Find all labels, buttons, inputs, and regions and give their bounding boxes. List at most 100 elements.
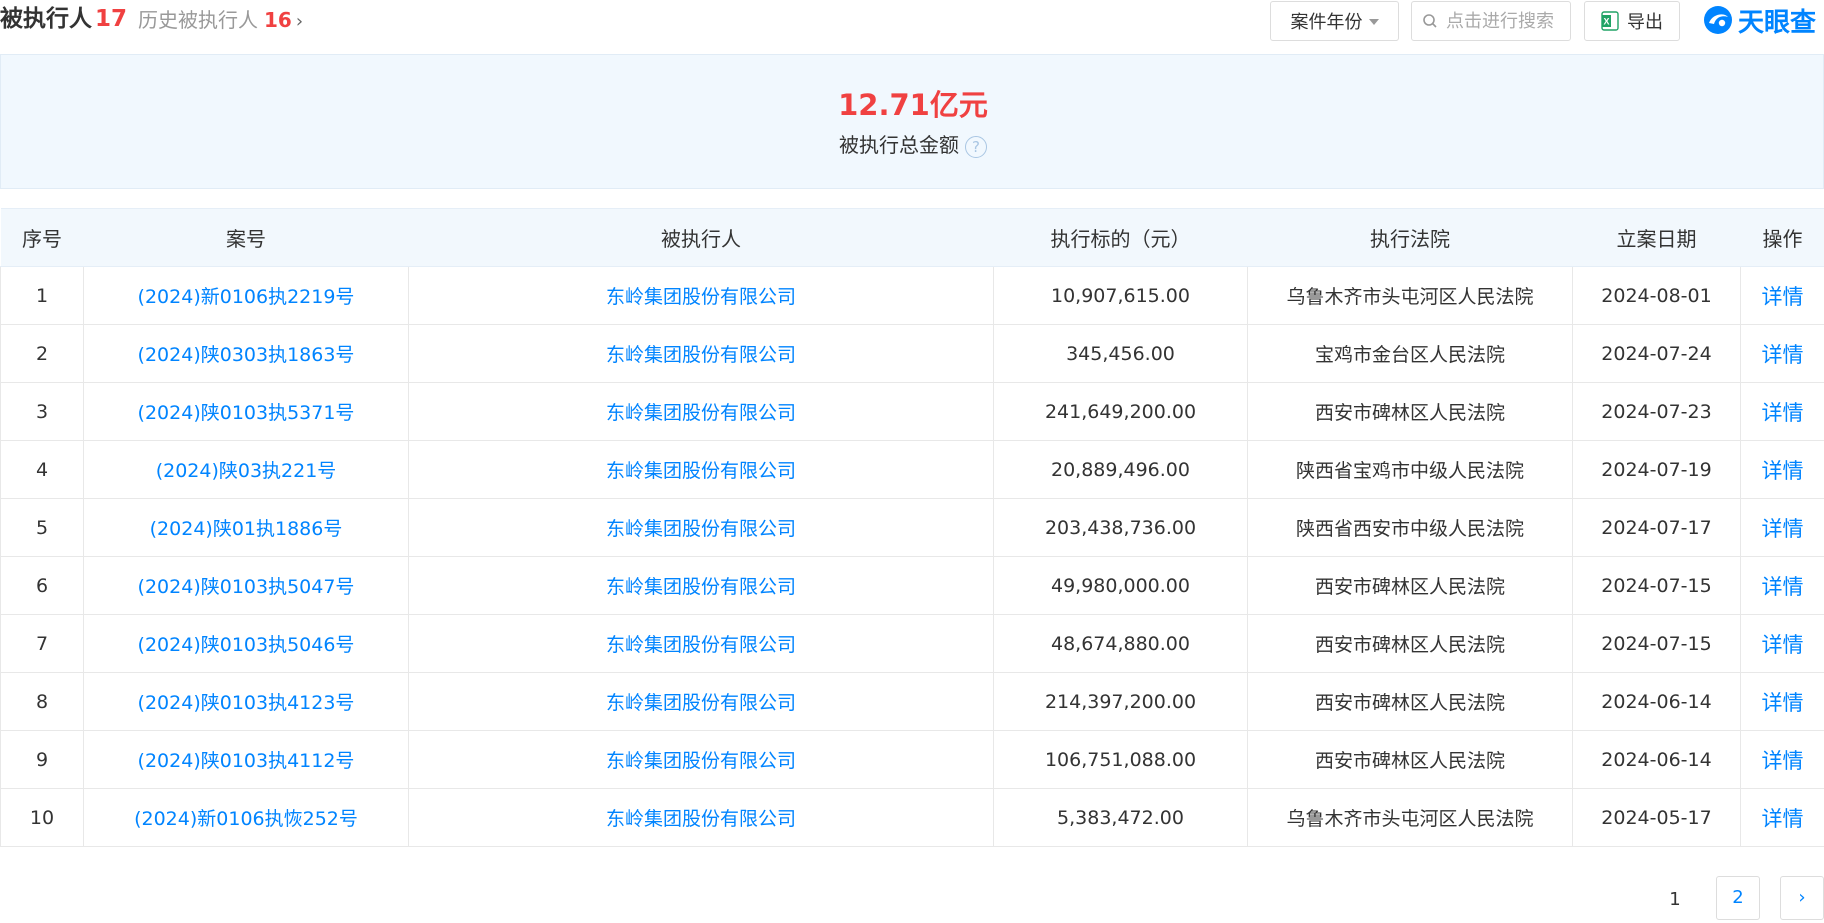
- cell-date: 2024-08-01: [1572, 266, 1741, 325]
- tianyancha-logo-icon: [1704, 6, 1732, 34]
- cell-amount: 203,438,736.00: [993, 498, 1248, 557]
- detail-link[interactable]: 详情: [1762, 749, 1804, 773]
- cell-party-link[interactable]: 东岭集团股份有限公司: [408, 730, 994, 789]
- page-2-button[interactable]: 2: [1716, 876, 1760, 920]
- cell-case-link[interactable]: (2024)陕0103执4123号: [83, 672, 409, 731]
- cell-index: 7: [0, 614, 84, 673]
- search-box[interactable]: [1411, 1, 1571, 41]
- help-icon[interactable]: ?: [965, 135, 987, 158]
- excel-icon: X: [1601, 11, 1619, 31]
- detail-link[interactable]: 详情: [1762, 517, 1804, 541]
- detail-link[interactable]: 详情: [1762, 807, 1804, 831]
- cell-case-link[interactable]: (2024)陕03执221号: [83, 440, 409, 499]
- cell-index: 1: [0, 266, 84, 325]
- table-row: 4 (2024)陕03执221号 东岭集团股份有限公司 20,889,496.0…: [0, 440, 1824, 499]
- col-header-action: 操作: [1740, 208, 1824, 267]
- col-header-date: 立案日期: [1572, 208, 1741, 267]
- cell-court: 西安市碑林区人民法院: [1247, 730, 1573, 789]
- cell-case-link[interactable]: (2024)陕01执1886号: [83, 498, 409, 557]
- cell-amount: 106,751,088.00: [993, 730, 1248, 789]
- cell-action: 详情: [1740, 324, 1824, 383]
- case-no-text: (2024)新0106执2219号: [137, 286, 355, 308]
- page-1-button[interactable]: 1: [1663, 878, 1687, 922]
- party-text: 东岭集团股份有限公司: [605, 460, 796, 482]
- detail-link[interactable]: 详情: [1762, 691, 1804, 715]
- cell-party-link[interactable]: 东岭集团股份有限公司: [408, 266, 994, 325]
- chevron-right-icon: ›: [295, 11, 304, 32]
- cell-party-link[interactable]: 东岭集团股份有限公司: [408, 614, 994, 673]
- cell-court: 陕西省西安市中级人民法院: [1247, 498, 1573, 557]
- table-row: 5 (2024)陕01执1886号 东岭集团股份有限公司 203,438,736…: [0, 498, 1824, 557]
- cell-case-link[interactable]: (2024)陕0103执5046号: [83, 614, 409, 673]
- chevron-right-icon: ›: [1798, 887, 1806, 908]
- case-no-text: (2024)陕03执221号: [155, 460, 337, 482]
- table-row: 6 (2024)陕0103执5047号 东岭集团股份有限公司 49,980,00…: [0, 556, 1824, 615]
- party-text: 东岭集团股份有限公司: [605, 344, 796, 366]
- next-page-button[interactable]: ›: [1780, 876, 1824, 920]
- cell-amount: 10,907,615.00: [993, 266, 1248, 325]
- cell-party-link[interactable]: 东岭集团股份有限公司: [408, 382, 994, 441]
- cell-index: 9: [0, 730, 84, 789]
- col-header-party: 被执行人: [408, 208, 994, 267]
- cell-amount: 241,649,200.00: [993, 382, 1248, 441]
- case-no-text: (2024)陕0103执4112号: [137, 750, 355, 772]
- cell-amount: 49,980,000.00: [993, 556, 1248, 615]
- cell-case-link[interactable]: (2024)新0106执2219号: [83, 266, 409, 325]
- case-year-label: 案件年份: [1290, 12, 1363, 33]
- party-text: 东岭集团股份有限公司: [605, 286, 796, 308]
- cell-case-link[interactable]: (2024)陕0303执1863号: [83, 324, 409, 383]
- detail-link[interactable]: 详情: [1762, 575, 1804, 599]
- case-year-dropdown[interactable]: 案件年份: [1270, 1, 1399, 41]
- tab-current-executed[interactable]: 被执行人 17: [0, 4, 127, 34]
- caret-down-icon: [1368, 19, 1379, 25]
- table-row: 8 (2024)陕0103执4123号 东岭集团股份有限公司 214,397,2…: [0, 672, 1824, 731]
- cell-action: 详情: [1740, 440, 1824, 499]
- cell-case-link[interactable]: (2024)陕0103执4112号: [83, 730, 409, 789]
- party-text: 东岭集团股份有限公司: [605, 576, 796, 598]
- cell-date: 2024-06-14: [1572, 672, 1741, 731]
- cell-case-link[interactable]: (2024)新0106执恢252号: [83, 788, 409, 847]
- party-text: 东岭集团股份有限公司: [605, 518, 796, 540]
- cell-amount: 20,889,496.00: [993, 440, 1248, 499]
- search-input[interactable]: [1444, 9, 1564, 33]
- cell-party-link[interactable]: 东岭集团股份有限公司: [408, 440, 994, 499]
- total-amount-label: 被执行总金额: [839, 133, 959, 157]
- tab-current-count: 17: [95, 6, 128, 32]
- cell-court: 西安市碑林区人民法院: [1247, 382, 1573, 441]
- case-no-text: (2024)陕01执1886号: [149, 518, 343, 540]
- party-text: 东岭集团股份有限公司: [605, 402, 796, 424]
- cell-date: 2024-07-17: [1572, 498, 1741, 557]
- cell-amount: 345,456.00: [993, 324, 1248, 383]
- tab-history-executed[interactable]: 历史被执行人 16 ›: [138, 5, 303, 37]
- detail-link[interactable]: 详情: [1762, 459, 1804, 483]
- table-row: 1 (2024)新0106执2219号 东岭集团股份有限公司 10,907,61…: [0, 266, 1824, 325]
- cell-date: 2024-07-15: [1572, 614, 1741, 673]
- detail-link[interactable]: 详情: [1762, 633, 1804, 657]
- case-no-text: (2024)陕0103执5047号: [137, 576, 355, 598]
- cell-date: 2024-06-14: [1572, 730, 1741, 789]
- tab-history-count: 16: [264, 8, 292, 32]
- detail-link[interactable]: 详情: [1762, 343, 1804, 367]
- detail-link[interactable]: 详情: [1762, 401, 1804, 425]
- total-amount-caption: 被执行总金额?: [1, 129, 1824, 158]
- executed-table: 序号 案号 被执行人 执行标的（元） 执行法院 立案日期 操作 1 (2024)…: [0, 208, 1824, 847]
- cell-date: 2024-07-24: [1572, 324, 1741, 383]
- party-text: 东岭集团股份有限公司: [605, 808, 796, 830]
- case-no-text: (2024)陕0103执5046号: [137, 634, 355, 656]
- cell-party-link[interactable]: 东岭集团股份有限公司: [408, 556, 994, 615]
- svg-text:X: X: [1603, 17, 1609, 27]
- cell-court: 西安市碑林区人民法院: [1247, 614, 1573, 673]
- cell-party-link[interactable]: 东岭集团股份有限公司: [408, 672, 994, 731]
- cell-party-link[interactable]: 东岭集团股份有限公司: [408, 788, 994, 847]
- cell-action: 详情: [1740, 498, 1824, 557]
- cell-case-link[interactable]: (2024)陕0103执5047号: [83, 556, 409, 615]
- cell-action: 详情: [1740, 730, 1824, 789]
- detail-link[interactable]: 详情: [1762, 285, 1804, 309]
- cell-party-link[interactable]: 东岭集团股份有限公司: [408, 498, 994, 557]
- table-row: 9 (2024)陕0103执4112号 东岭集团股份有限公司 106,751,0…: [0, 730, 1824, 789]
- logo-text: 天眼查: [1738, 7, 1817, 38]
- export-button[interactable]: X 导出: [1584, 1, 1680, 41]
- cell-action: 详情: [1740, 266, 1824, 325]
- cell-case-link[interactable]: (2024)陕0103执5371号: [83, 382, 409, 441]
- cell-party-link[interactable]: 东岭集团股份有限公司: [408, 324, 994, 383]
